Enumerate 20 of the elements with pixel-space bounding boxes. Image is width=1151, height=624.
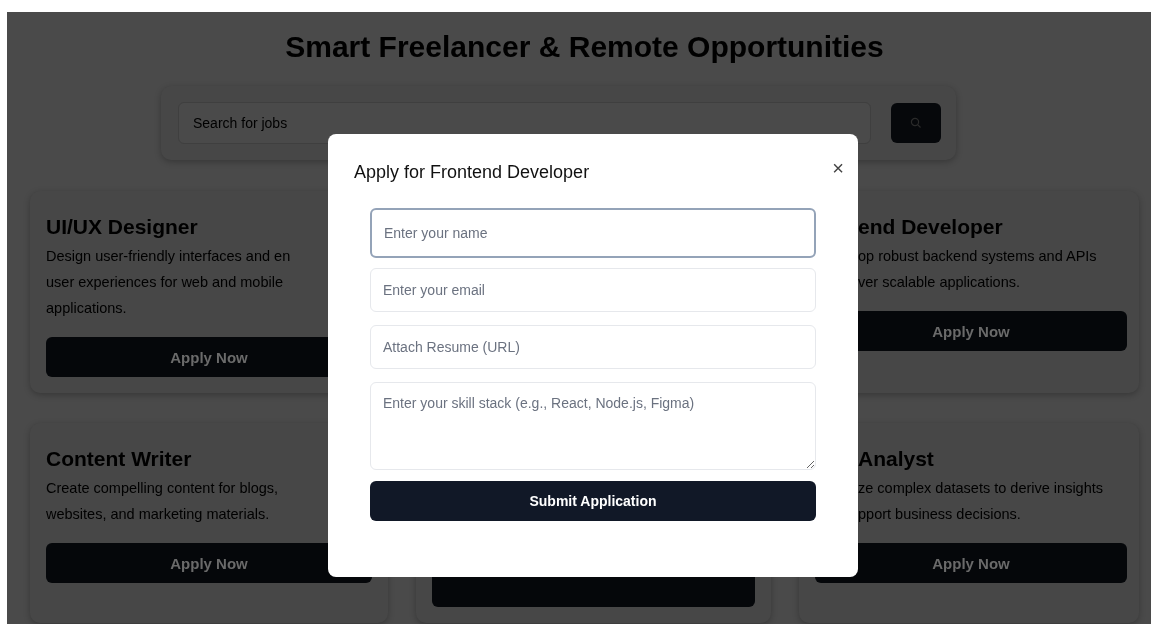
job-description-line: websites, and marketing materials. [46, 505, 271, 524]
job-title: end Developer [858, 215, 1004, 239]
dialog-title: Apply for Frontend Developer [354, 162, 590, 183]
submit-button[interactable]: Submit Application [370, 481, 816, 521]
job-title: UI/UX Designer [46, 215, 199, 239]
input-field[interactable]: Enter your name [370, 208, 816, 258]
job-description-line: op robust backend systems and APIs [858, 247, 1098, 266]
job-description-line: Design user-friendly interfaces and en [46, 247, 292, 266]
page-title: Smart Freelancer & Remote Opportunities [284, 30, 885, 64]
job-description-line: Create compelling content for blogs, [46, 479, 280, 498]
job-title: Content Writer [46, 447, 193, 471]
job-description-line: ver scalable applications. [858, 273, 1021, 292]
job-description-line: ze complex datasets to derive insights [858, 479, 1104, 498]
search-icon [910, 117, 922, 129]
job-description-line: pport business decisions. [858, 505, 1022, 524]
job-title: Analyst [858, 447, 935, 471]
skills-textarea[interactable]: Enter your skill stack (e.g., React, Node.js, Figma) [370, 382, 816, 470]
job-description-line: applications. [46, 299, 128, 318]
job-description-line: user experiences for web and mobile [46, 273, 284, 292]
close-button[interactable]: × [832, 158, 844, 178]
